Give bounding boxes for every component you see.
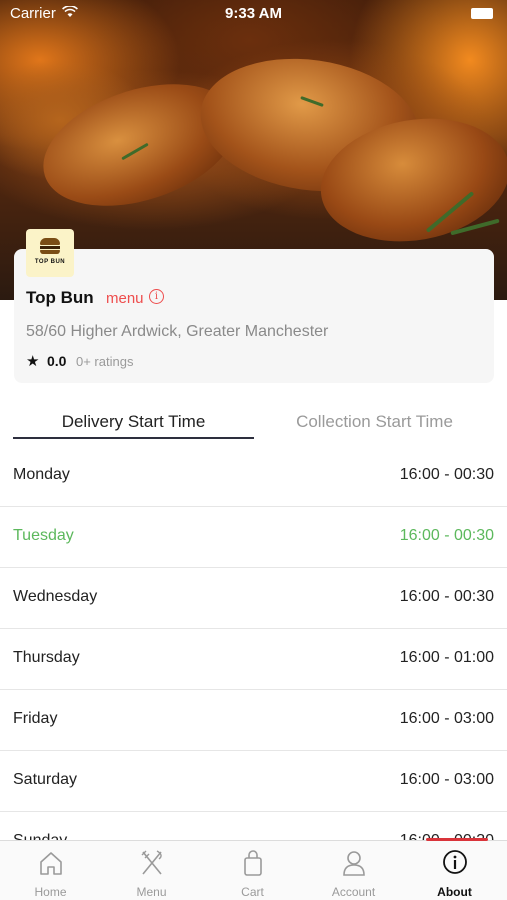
- nav-menu-label: Menu: [136, 885, 167, 899]
- star-icon: ★: [26, 353, 40, 370]
- burger-icon: [40, 238, 60, 254]
- logo-text: TOP BUN: [34, 259, 66, 265]
- hours-label: 16:00 - 03:00: [399, 771, 494, 788]
- schedule-row: Thursday 16:00 - 01:00: [0, 629, 507, 690]
- status-bar: Carrier 9:33 AM: [0, 0, 507, 28]
- day-label: Thursday: [13, 649, 80, 666]
- fork-knife-icon: [139, 849, 165, 877]
- status-time: 9:33 AM: [225, 5, 282, 22]
- nav-account-label: Account: [331, 885, 376, 899]
- nav-home[interactable]: Home: [0, 841, 101, 900]
- restaurant-logo: TOP BUN: [26, 229, 74, 277]
- schedule-row: Monday 16:00 - 00:30: [0, 446, 507, 507]
- bottom-tab-bar: Home Menu Cart Account About: [0, 840, 507, 900]
- rating-count: 0+ ratings: [76, 354, 134, 369]
- tab-collection-start-time[interactable]: Collection Start Time: [254, 412, 495, 432]
- user-icon: [341, 849, 367, 877]
- day-label: Tuesday: [13, 527, 74, 544]
- nav-cart[interactable]: Cart: [202, 841, 303, 900]
- active-indicator-line: [426, 838, 488, 841]
- nav-cart-label: Cart: [241, 885, 264, 899]
- schedule-row: Wednesday 16:00 - 00:30: [0, 568, 507, 629]
- tab-delivery-start-time[interactable]: Delivery Start Time: [13, 412, 254, 432]
- hours-label: 16:00 - 00:30: [399, 527, 494, 544]
- nav-about-label: About: [437, 885, 472, 899]
- rating-value: 0.0: [47, 353, 67, 369]
- menu-link[interactable]: menu: [106, 290, 144, 307]
- restaurant-name: Top Bun: [26, 288, 94, 307]
- nav-home-label: Home: [34, 885, 67, 899]
- nav-account[interactable]: Account: [303, 841, 404, 900]
- day-label: Friday: [13, 710, 58, 727]
- schedule-row-today: Tuesday 16:00 - 00:30: [0, 507, 507, 568]
- day-label: Monday: [13, 466, 70, 483]
- info-icon: [442, 849, 468, 877]
- info-circle-icon[interactable]: i: [149, 289, 164, 304]
- hours-label: 16:00 - 00:30: [399, 466, 494, 483]
- hours-label: 16:00 - 03:00: [399, 710, 494, 727]
- day-label: Saturday: [13, 771, 78, 788]
- active-tab-indicator: [13, 437, 254, 439]
- day-label: Wednesday: [13, 588, 98, 605]
- battery-icon: [471, 8, 493, 19]
- restaurant-address: 58/60 Higher Ardwick, Greater Manchester: [26, 323, 329, 340]
- schedule-row: Saturday 16:00 - 03:00: [0, 751, 507, 812]
- home-icon: [38, 849, 64, 877]
- schedule-row: Friday 16:00 - 03:00: [0, 690, 507, 751]
- nav-about[interactable]: About: [404, 841, 505, 900]
- shopping-bag-icon: [240, 849, 266, 877]
- hours-label: 16:00 - 01:00: [399, 649, 494, 666]
- hours-label: 16:00 - 00:30: [399, 588, 494, 605]
- nav-menu[interactable]: Menu: [101, 841, 202, 900]
